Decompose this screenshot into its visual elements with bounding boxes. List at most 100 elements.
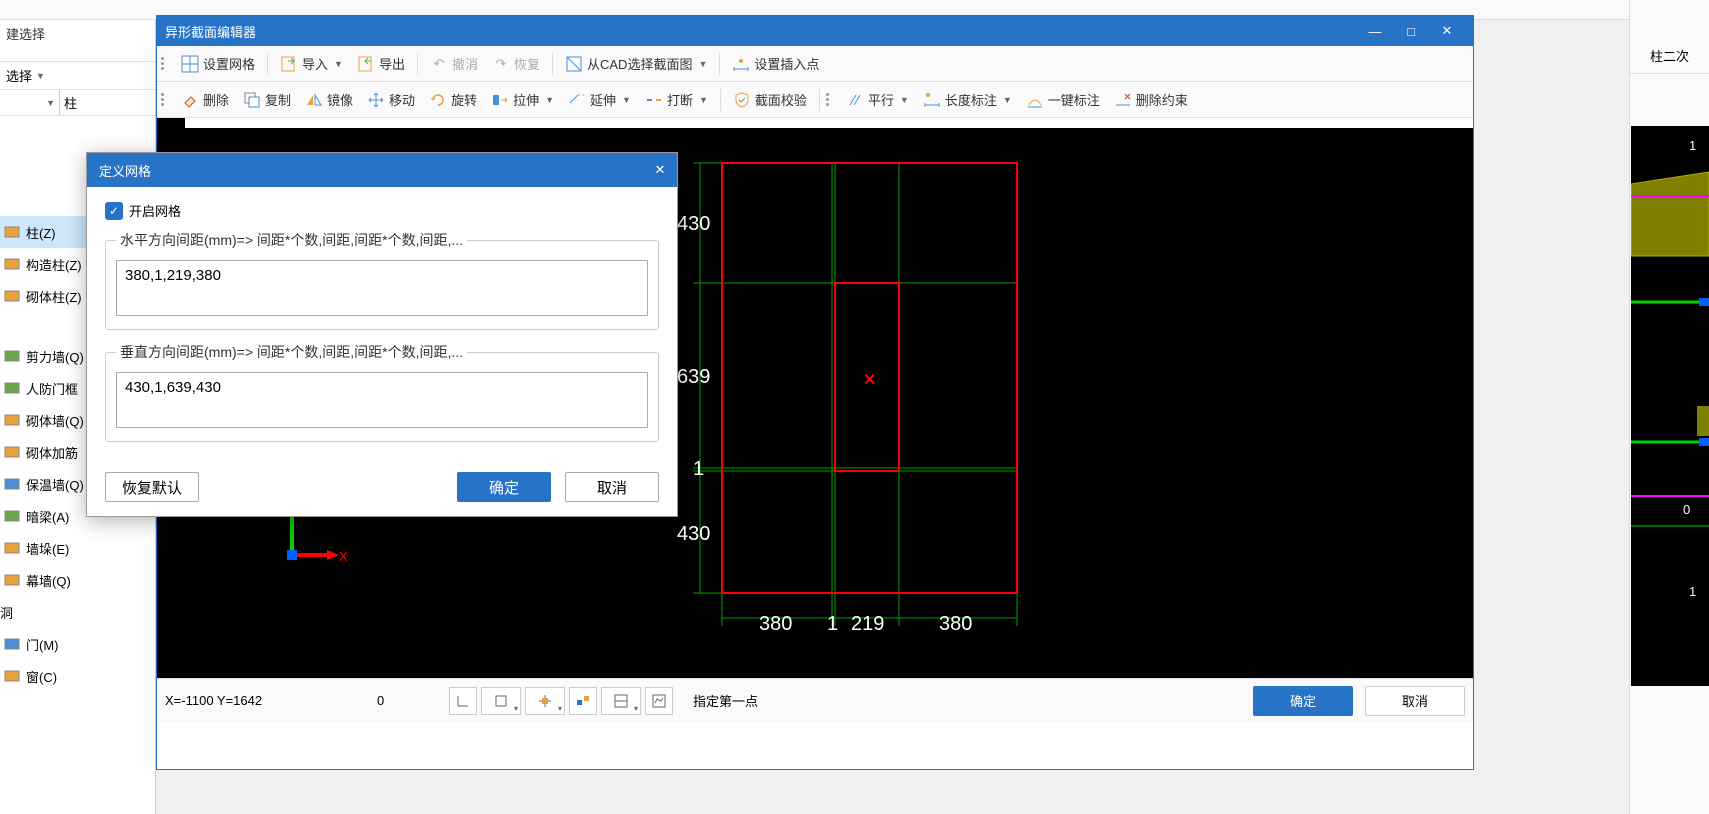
set-insert-button[interactable]: 设置插入点 — [726, 50, 825, 77]
dialog-ok-button[interactable]: 确定 — [457, 472, 551, 502]
component-icon — [4, 668, 20, 684]
parallel-button[interactable]: 平行▼ — [840, 86, 915, 113]
tree-item-label: 墙垛(E) — [26, 539, 69, 558]
tree-item[interactable]: 洞 — [0, 596, 155, 628]
tree-item-label: 砌体墙(Q) — [26, 411, 84, 430]
stretch-button[interactable]: 拉伸▼ — [485, 86, 560, 113]
axis-x-label: X — [339, 549, 348, 564]
toolbar-grip — [161, 90, 169, 110]
minimize-button[interactable]: — — [1357, 16, 1393, 46]
delete-constraint-icon — [1114, 91, 1132, 109]
ok-button[interactable]: 确定 — [1253, 686, 1353, 716]
undo-button[interactable]: ↶撤消 — [424, 50, 484, 77]
dim-label: 380 — [759, 613, 792, 636]
dialog-cancel-button[interactable]: 取消 — [565, 472, 659, 502]
component-icon — [4, 444, 20, 460]
tree-item-label: 柱(Z) — [26, 223, 56, 242]
insert-point-icon — [732, 55, 750, 73]
redo-button[interactable]: ↷恢复 — [486, 50, 546, 77]
center-marker-icon: ✕ — [863, 370, 876, 390]
tree-item-label: 保温墙(Q) — [26, 475, 84, 494]
right-canvas-preview: 1 0 1 — [1631, 126, 1709, 686]
del-constraint-button[interactable]: 删除约束 — [1108, 86, 1194, 113]
export-icon — [357, 55, 375, 73]
move-button[interactable]: 移动 — [361, 86, 421, 113]
tree-item[interactable]: 墙垛(E) — [0, 532, 155, 564]
tree-item-label: 砌体加筋 — [26, 443, 78, 462]
snap-ortho-button[interactable] — [449, 687, 477, 715]
checkbox-checked-icon: ✓ — [105, 202, 123, 220]
maximize-button[interactable]: □ — [1393, 16, 1429, 46]
shield-check-icon — [733, 91, 751, 109]
tree-item-label: 砌体柱(Z) — [26, 287, 82, 306]
enable-grid-checkbox[interactable]: ✓ 开启网格 — [105, 201, 659, 220]
chevron-down-icon: ▼ — [36, 71, 45, 81]
select-dropdown[interactable]: 选择 ▼ — [6, 66, 149, 85]
set-grid-button[interactable]: 设置网格 — [175, 50, 261, 77]
tree-item-label: 洞 — [0, 603, 13, 622]
from-cad-button[interactable]: 从CAD选择截面图▼ — [559, 50, 713, 77]
filter-row: ▼ 柱 — [0, 90, 155, 116]
mirror-button[interactable]: 镜像 — [299, 86, 359, 113]
restore-default-button[interactable]: 恢复默认 — [105, 472, 199, 502]
command-hint: 指定第一点 — [685, 691, 1241, 710]
tree-item-label: 暗梁(A) — [26, 507, 69, 526]
dialog-title: 定义网格 — [99, 161, 643, 180]
close-icon: ✕ — [1442, 23, 1453, 39]
component-icon — [4, 412, 20, 428]
dim-label: 219 — [851, 613, 884, 636]
rotate-button[interactable]: 旋转 — [423, 86, 483, 113]
right-tab[interactable]: 柱二次 — [1630, 0, 1709, 74]
chevron-down-icon: ▼ — [334, 59, 343, 69]
dim-label: 430 — [677, 213, 710, 236]
vertical-spacing-legend: 垂直方向间距(mm)=> 间距*个数,间距,间距*个数,间距,... — [116, 342, 467, 362]
filter-value[interactable]: 柱 — [60, 93, 155, 112]
close-icon: ✕ — [655, 162, 666, 178]
editor-title: 异形截面编辑器 — [165, 22, 1357, 41]
mirror-icon — [305, 91, 323, 109]
horizontal-spacing-group: 水平方向间距(mm)=> 间距*个数,间距,间距*个数,间距,... 380,1… — [105, 230, 659, 330]
snap-angle-button[interactable] — [569, 687, 597, 715]
chevron-down-icon: ▼ — [545, 95, 554, 105]
break-button[interactable]: 打断▼ — [639, 86, 714, 113]
close-button[interactable]: ✕ — [1429, 16, 1465, 46]
copy-button[interactable]: 复制 — [237, 86, 297, 113]
cancel-button[interactable]: 取消 — [1365, 686, 1465, 716]
dim-label: 430 — [677, 523, 710, 546]
dim-length-button[interactable]: 长度标注▼ — [917, 86, 1018, 113]
component-icon — [4, 476, 20, 492]
tree-item[interactable]: 幕墙(Q) — [0, 564, 155, 596]
stretch-icon — [491, 91, 509, 109]
svg-text:1: 1 — [1689, 138, 1696, 153]
horizontal-spacing-input[interactable]: 380,1,219,380 — [116, 260, 648, 316]
component-icon — [4, 256, 20, 272]
vertical-spacing-input[interactable]: 430,1,639,430 — [116, 372, 648, 428]
snap-point-button[interactable] — [645, 687, 673, 715]
extend-button[interactable]: 延伸▼ — [562, 86, 637, 113]
dim-label: 1 — [693, 458, 704, 481]
component-icon — [4, 288, 20, 304]
import-button[interactable]: 导入▼ — [274, 50, 349, 77]
dim-label: 1 — [827, 613, 838, 636]
component-icon — [4, 572, 20, 588]
snap-rect-button[interactable] — [481, 687, 521, 715]
component-icon — [4, 380, 20, 396]
tree-item[interactable]: 窗(C) — [0, 660, 155, 692]
redo-icon: ↷ — [492, 55, 510, 73]
validate-button[interactable]: 截面校验 — [727, 86, 813, 113]
export-button[interactable]: 导出 — [351, 50, 411, 77]
tree-item-label: 窗(C) — [26, 667, 57, 686]
delete-button[interactable]: 删除 — [175, 86, 235, 113]
dim-all-button[interactable]: 一键标注 — [1020, 86, 1106, 113]
tree-item-label: 人防门框 — [26, 379, 78, 398]
dialog-close-button[interactable]: ✕ — [643, 153, 677, 187]
filter-left-dropdown[interactable]: ▼ — [0, 90, 60, 115]
snap-dyn-button[interactable] — [601, 687, 641, 715]
snap-cross-button[interactable] — [525, 687, 565, 715]
parallel-icon — [846, 91, 864, 109]
svg-text:1: 1 — [1689, 584, 1696, 599]
vertical-spacing-group: 垂直方向间距(mm)=> 间距*个数,间距,间距*个数,间距,... 430,1… — [105, 342, 659, 442]
chevron-down-icon: ▼ — [900, 95, 909, 105]
tree-item[interactable]: 门(M) — [0, 628, 155, 660]
editor-titlebar: 异形截面编辑器 — □ ✕ — [157, 16, 1473, 46]
